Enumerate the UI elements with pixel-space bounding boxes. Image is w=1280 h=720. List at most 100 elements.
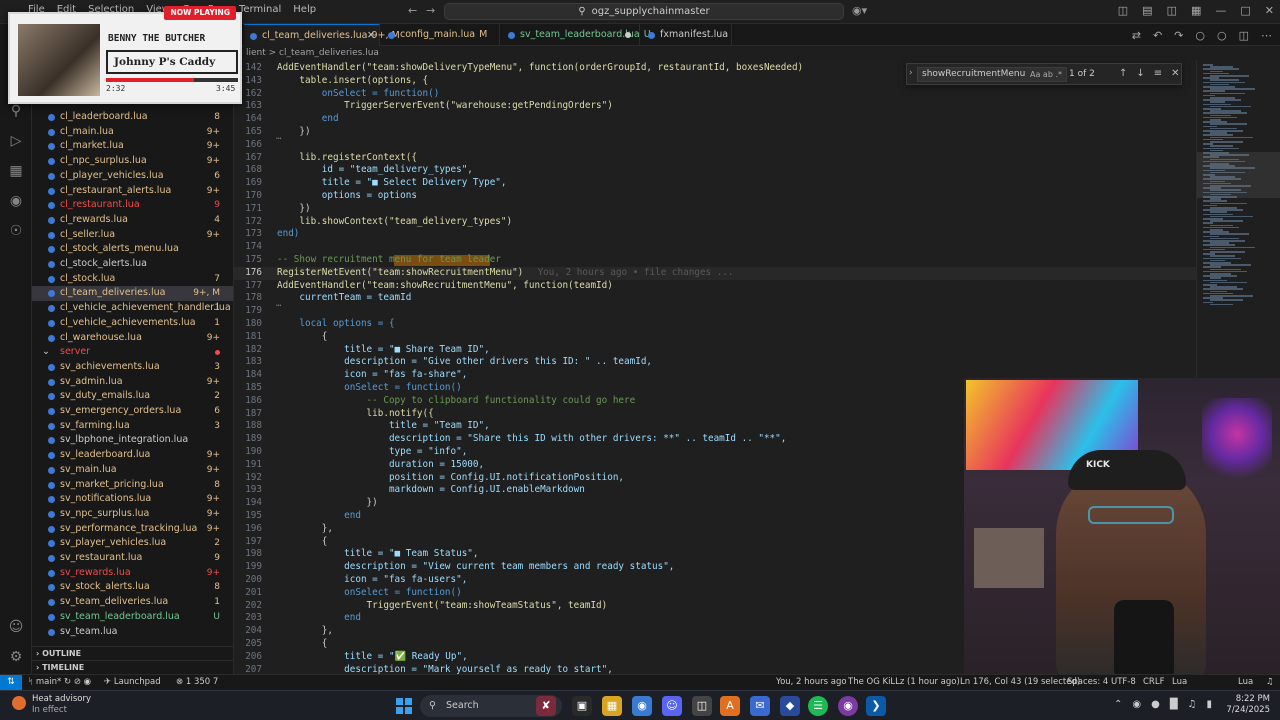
file-tree-item[interactable]: sv_team_leaderboard.lua U <box>32 610 233 625</box>
next-match-icon[interactable]: ↓ <box>1136 68 1144 79</box>
menu-item[interactable]: Terminal <box>239 4 281 15</box>
eol-status[interactable]: CRLF <box>1143 677 1164 687</box>
file-tree-item[interactable]: cl_stock_alerts_menu.lua <box>32 242 233 257</box>
layout-panel-icon[interactable]: ▤ <box>1142 4 1152 17</box>
encoding-status[interactable]: UTF-8 <box>1111 677 1136 687</box>
file-explorer-icon[interactable]: ▦ <box>602 696 622 716</box>
chrome-icon[interactable]: ◉ <box>632 696 652 716</box>
code-line[interactable]: 182 title = "■ Share Team ID", <box>234 344 1196 357</box>
microphone-icon[interactable]: ● <box>1151 699 1160 710</box>
file-tree-item[interactable]: cl_warehouse.lua 9+ <box>32 331 233 346</box>
code-line[interactable]: 169 title = "■ Select Delivery Type", <box>234 177 1196 190</box>
editor-tab[interactable]: sv_team_leaderboard.luaU <box>502 24 651 46</box>
code-line[interactable]: 178 currentTeam = teamId <box>234 292 1196 305</box>
open-changes-icon[interactable]: ○ <box>1195 29 1205 42</box>
blame-status[interactable]: You, 2 hours ago <box>776 677 847 687</box>
file-tree-item[interactable]: sv_performance_tracking.lua 9+ <box>32 522 233 537</box>
file-tree-item[interactable]: cl_vehicle_achievements.lua 1 <box>32 316 233 331</box>
copilot-app-icon[interactable]: ✘ <box>536 696 556 716</box>
code-line[interactable]: 167 lib.registerContext({ <box>234 152 1196 165</box>
layout-sidebar-icon[interactable]: ◫ <box>1118 4 1128 17</box>
go-forward-icon[interactable]: ↷ <box>1174 29 1183 42</box>
task-view-icon[interactable]: ▣ <box>572 696 592 716</box>
close-find-icon[interactable]: ✕ <box>1171 68 1179 79</box>
toggle-replace-icon[interactable]: › <box>909 68 913 78</box>
search-icon[interactable]: ⚲ <box>7 102 25 120</box>
more-actions-icon[interactable]: ⋯ <box>1261 29 1272 42</box>
file-tree-item[interactable]: sv_rewards.lua 9+ <box>32 566 233 581</box>
tray-overflow-icon[interactable]: ⌃ <box>1114 699 1122 710</box>
notifications-bell-icon[interactable]: ♫ <box>1266 677 1274 687</box>
file-tree-item[interactable]: cl_team_deliveries.lua 9+, M <box>32 286 233 302</box>
file-tree-item[interactable]: sv_restaurant.lua 9 <box>32 551 233 566</box>
code-line[interactable]: 168 id = "team_delivery_types", <box>234 164 1196 177</box>
split-editor-icon[interactable]: ◫ <box>1239 29 1249 42</box>
commit-status[interactable]: The OG KiLLz (1 hour ago) <box>848 677 960 687</box>
file-tree-item[interactable]: sv_npc_surplus.lua 9+ <box>32 507 233 522</box>
code-line[interactable]: 177 AddEventHandler("team:showRecruitment… <box>234 280 1196 293</box>
file-tree-item[interactable]: cl_stock_alerts.lua <box>32 257 233 272</box>
find-in-selection-icon[interactable]: ≡ <box>1154 68 1162 79</box>
file-tree-item[interactable]: cl_market.lua 9+ <box>32 139 233 154</box>
file-tree-item[interactable]: sv_lbphone_integration.lua <box>32 433 233 448</box>
obs-icon[interactable]: ◉ <box>838 696 858 716</box>
toggle-blame-icon[interactable]: ○ <box>1217 29 1227 42</box>
indentation-status[interactable]: Spaces: 4 <box>1067 677 1108 687</box>
file-tree-item[interactable]: cl_restaurant.lua 9 <box>32 198 233 213</box>
file-tree-item[interactable]: cl_rewards.lua 4 <box>32 213 233 228</box>
file-tree-item[interactable]: sv_admin.lua 9+ <box>32 375 233 390</box>
file-tree-item[interactable]: sv_notifications.lua 9+ <box>32 492 233 507</box>
clock[interactable]: 8:22 PM 7/24/2025 <box>1226 694 1270 716</box>
fold-ellipsis-icon[interactable]: … <box>276 299 281 309</box>
editor-tab[interactable]: fxmanifest.lua <box>642 24 732 46</box>
settings-gear-icon[interactable]: ⚙ <box>7 648 25 666</box>
file-tree-item[interactable]: sv_team_deliveries.lua 1 <box>32 595 233 610</box>
editor-tab[interactable]: cl_team_deliveries.lua 9+, M ✕ <box>244 24 400 47</box>
code-line[interactable]: 173 end) <box>234 228 1196 241</box>
forward-arrow-icon[interactable]: → <box>426 4 435 17</box>
language-status-1[interactable]: Lua <box>1172 677 1187 687</box>
wifi-icon[interactable]: █ <box>1170 699 1178 710</box>
file-tree-item[interactable]: cl_leaderboard.lua 8 <box>32 110 233 125</box>
start-button[interactable] <box>396 698 412 714</box>
code-line[interactable]: 163 TriggerServerEvent("warehouse:getPen… <box>234 100 1196 113</box>
code-line[interactable]: 171 }) <box>234 203 1196 216</box>
code-line[interactable]: 165 }) <box>234 126 1196 139</box>
vscode-icon[interactable]: ❯ <box>866 696 886 716</box>
folder-server[interactable]: ⌄ server <box>32 345 233 360</box>
file-tree-item[interactable]: sv_farming.lua 3 <box>32 419 233 434</box>
file-tree-item[interactable]: sv_leaderboard.lua 9+ <box>32 448 233 463</box>
language-status-2[interactable]: Lua <box>1238 677 1253 687</box>
code-line[interactable]: 174 <box>234 241 1196 254</box>
branch-status[interactable]: ᛋ main* ↻ ⊘ ◉ <box>28 677 91 687</box>
file-tree-item[interactable]: sv_stock_alerts.lua 8 <box>32 580 233 595</box>
file-tree-item[interactable]: cl_restaurant_alerts.lua 9+ <box>32 184 233 199</box>
code-line[interactable]: 166 <box>234 139 1196 152</box>
code-line[interactable]: 176 RegisterNetEvent("team:showRecruitmen… <box>234 266 1196 280</box>
spotify-icon[interactable]: ☰ <box>808 696 828 716</box>
git-compare-icon[interactable]: ⇄ <box>1132 29 1141 42</box>
file-tree-item[interactable]: cl_player_vehicles.lua 6 <box>32 169 233 184</box>
app-icon[interactable]: ◫ <box>692 696 712 716</box>
layout-auxbar-icon[interactable]: ◫ <box>1167 4 1177 17</box>
go-back-icon[interactable]: ↶ <box>1153 29 1162 42</box>
copilot-icon[interactable]: ◉▾ <box>852 4 867 17</box>
run-debug-icon[interactable]: ▷ <box>7 132 25 150</box>
app-blue-icon[interactable]: ◆ <box>780 696 800 716</box>
command-center-search[interactable]: ⚲ ogz_supplychainmaster <box>444 3 844 20</box>
file-tree-item[interactable]: cl_stock.lua 7 <box>32 272 233 287</box>
minimize-icon[interactable]: — <box>1215 4 1226 17</box>
code-line[interactable]: 170 options = options <box>234 190 1196 203</box>
timeline-section[interactable]: › TIMELINE <box>32 660 233 674</box>
code-line[interactable]: 164 end <box>234 113 1196 126</box>
code-line[interactable]: 172 lib.showContext("team_delivery_types… <box>234 216 1196 229</box>
unsaved-dot-icon[interactable] <box>625 32 631 38</box>
file-tree-item[interactable]: sv_player_vehicles.lua 2 <box>32 536 233 551</box>
accounts-icon[interactable]: ☺ <box>7 618 25 636</box>
close-icon[interactable]: ✕ <box>1265 4 1274 17</box>
close-tab-icon[interactable]: ✕ <box>367 25 375 47</box>
tray-app-icon[interactable]: ◉ <box>1132 699 1141 710</box>
battery-icon[interactable]: ▮ <box>1206 699 1212 710</box>
customize-layout-icon[interactable]: ▦ <box>1191 4 1201 17</box>
code-line[interactable]: 179 <box>234 305 1196 318</box>
